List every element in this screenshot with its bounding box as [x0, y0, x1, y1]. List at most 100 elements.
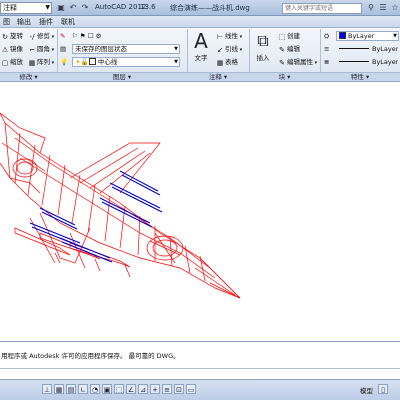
help-search-input[interactable]: 键入关键字或短语: [282, 3, 362, 14]
create-label: 创建: [287, 32, 300, 40]
linetype-dropdown[interactable]: ByLayer: [336, 44, 399, 54]
chevron-down-icon: ▼: [393, 33, 397, 39]
title-bar: 注释 ▼ ▣ ↶ ↷ AutoCAD 2012 13.6 综合演练——战斗机.d…: [0, 0, 400, 16]
block-panel-label: 块: [278, 73, 286, 81]
edit-label: 编辑: [287, 45, 300, 53]
transparency-icon[interactable]: ⊡: [174, 384, 184, 394]
trim-icon: -/: [29, 33, 35, 41]
grid-icon[interactable]: ▤: [66, 384, 76, 394]
linetype-label: ByLayer: [372, 45, 399, 53]
current-layer-dropdown[interactable]: ☀🔓 中心线 ▼: [72, 57, 180, 67]
lineweight-dropdown[interactable]: ByLayer: [336, 57, 399, 67]
communication-icon[interactable]: ☰: [378, 3, 388, 13]
fighter-jet-wireframe: [0, 112, 241, 299]
tab-online[interactable]: 联机: [58, 17, 78, 28]
mirror-icon: ⚠: [1, 46, 9, 54]
match-properties-icon[interactable]: ⛭: [324, 31, 329, 41]
help-search-placeholder: 键入关键字或短语: [285, 5, 334, 12]
undo-icon[interactable]: ↶: [68, 3, 78, 13]
properties-panel-title[interactable]: 特性 ▾: [320, 72, 400, 81]
polar-icon[interactable]: ◔: [90, 384, 100, 394]
ducs-icon[interactable]: ⊿: [138, 384, 148, 394]
trim-label: 修剪: [37, 32, 50, 40]
redo-icon[interactable]: ↷: [80, 3, 90, 13]
layer-state-label: 未保存的图层状态: [75, 45, 127, 53]
version-number: 13.6: [140, 3, 156, 11]
linear-dim-icon: ⊢: [216, 33, 224, 41]
table-button[interactable]: ▦ 表格: [216, 57, 238, 67]
autocad-window: 注释 ▼ ▣ ↶ ↷ AutoCAD 2012 13.6 综合演练——战斗机.d…: [0, 0, 400, 400]
snap-icon[interactable]: ▦: [54, 384, 64, 394]
color-dropdown[interactable]: ByLayer ▼: [336, 31, 399, 41]
file-title: 综合演练——战斗机.dwg: [170, 4, 250, 12]
layers-panel-label: 图层: [112, 73, 126, 81]
star-icon[interactable]: ☆: [390, 3, 400, 13]
linetype-icon[interactable]: ≡: [324, 44, 329, 54]
model-space-button[interactable]: 模型: [360, 385, 373, 395]
tab-plugins[interactable]: 插件: [36, 17, 56, 28]
layer-state-dropdown[interactable]: 未保存的图层状态 ▼: [72, 44, 180, 54]
create-block-button[interactable]: ⬚ 创建: [278, 31, 300, 41]
workspace-dropdown[interactable]: 注释 ▼: [0, 2, 52, 14]
color-label: ByLayer: [348, 32, 375, 40]
drawing-area[interactable]: [0, 83, 400, 341]
pencil-icon[interactable]: ✎: [60, 31, 65, 41]
lock-icon: 🔓: [80, 58, 89, 66]
ortho-icon[interactable]: ∟: [78, 384, 88, 394]
layer-properties-icon[interactable]: ▤: [60, 44, 66, 54]
linear-label: 线性: [225, 32, 238, 40]
quick-properties-icon[interactable]: ▭: [186, 384, 196, 394]
mirror-button[interactable]: ⚠ 镜像: [1, 44, 23, 54]
layer-toolbar-icons[interactable]: ⚐ ⚑ ☐ ⚙: [72, 31, 102, 41]
table-icon: ▦: [216, 59, 224, 67]
save-icon[interactable]: ▣: [56, 3, 66, 13]
edit-attribute-icon: ✎: [279, 59, 285, 67]
edit-attribute-button[interactable]: ✎ 编辑属性 ▾: [278, 57, 317, 67]
command-history: 用程序或 Autodesk 许可的应用程序保存。 最可靠的 DWG。: [1, 352, 180, 360]
leader-button[interactable]: ↙ 引线 ▾: [216, 44, 242, 54]
text-label: 文字: [194, 54, 208, 62]
modify-panel-title[interactable]: 修改 ▾: [0, 72, 57, 81]
chevron-down-icon: ▼: [45, 4, 50, 11]
osnap-icon[interactable]: ▣: [102, 384, 112, 394]
color-swatch: [339, 32, 346, 39]
linetype-sample: [339, 48, 369, 49]
block-panel-title[interactable]: 块 ▾: [249, 72, 320, 81]
table-label: 表格: [225, 58, 238, 66]
text-icon: A: [194, 29, 208, 53]
rotate-button[interactable]: ↻ 旋转: [1, 31, 23, 41]
tab-partial[interactable]: 图: [0, 17, 13, 28]
text-button[interactable]: A 文字: [190, 30, 212, 62]
layer-bulb-icon[interactable]: 💡: [60, 57, 68, 67]
scale-button[interactable]: ▢ 缩放: [1, 57, 23, 67]
fillet-button[interactable]: ⌐ 圆角 ▾: [28, 44, 54, 54]
array-button[interactable]: ▦ 阵列 ▾: [28, 57, 54, 67]
layout-icon[interactable]: ▯: [378, 384, 388, 394]
lineweight-icon[interactable]: ≣: [324, 57, 329, 67]
3dosnap-icon[interactable]: ⬚: [114, 384, 124, 394]
linear-button[interactable]: ⊢ 线性 ▾: [216, 31, 242, 41]
otrack-icon[interactable]: ∠: [126, 384, 136, 394]
app-title: AutoCAD 2012: [95, 3, 147, 11]
leader-label: 引线: [225, 45, 238, 53]
insert-button[interactable]: ⧉ 插入: [251, 30, 275, 62]
edit-attr-label: 编辑属性: [287, 58, 313, 66]
rotate-icon: ↻: [2, 33, 8, 41]
status-bar: ⊥ ▦ ▤ ∟ ◔ ▣ ⬚ ∠ ⊿ + ≡ ⊡ ▭ 模型 ▯: [0, 379, 400, 400]
dyn-icon[interactable]: +: [150, 384, 160, 394]
layers-panel-title[interactable]: 图层 ▾: [57, 72, 187, 81]
infer-constraints-icon[interactable]: ⊥: [42, 384, 52, 394]
lineweight-toggle-icon[interactable]: ≡: [162, 384, 172, 394]
tab-output[interactable]: 输出: [14, 17, 34, 28]
mirror-label: 镜像: [10, 45, 23, 53]
edit-block-button[interactable]: ✎ 编辑: [278, 44, 300, 54]
rotate-label: 旋转: [10, 32, 23, 40]
annotation-panel-label: 注释: [208, 73, 222, 81]
chevron-down-icon: ▼: [174, 59, 178, 65]
current-layer-label: 中心线: [97, 58, 118, 66]
annotation-panel-title[interactable]: 注释 ▾: [187, 72, 249, 81]
leader-icon: ↙: [217, 46, 223, 54]
workspace-label: 注释: [3, 4, 17, 12]
trim-button[interactable]: -/修剪 ▾: [28, 31, 55, 41]
binoculars-icon[interactable]: ⚲: [366, 3, 376, 13]
